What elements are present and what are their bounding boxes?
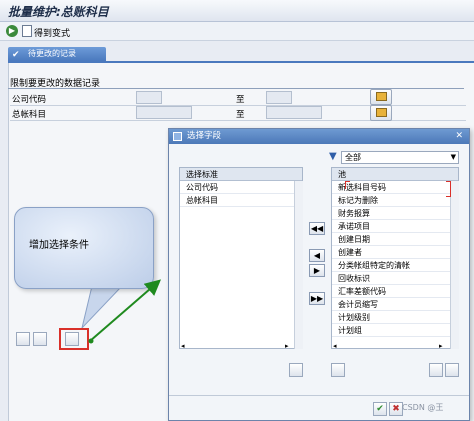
gl-account-label: 总帐科目 [12,110,47,120]
title-bar: 批量维护:总账科目 [0,0,474,22]
list-item[interactable]: 计划组 [332,324,458,337]
group-divider [8,88,464,89]
list-header: 池 [332,168,458,181]
tab-records-to-change[interactable]: ✔ 待更改的记录 [8,47,106,61]
list-item[interactable]: 公司代码 [180,181,302,194]
select-all-icon[interactable] [16,332,30,346]
scroll-right-icon[interactable]: ▸ [285,342,289,350]
list-item[interactable]: 总帐科目 [180,194,302,207]
scroll-left-icon[interactable]: ◂ [181,342,185,350]
move-down-icon[interactable] [445,363,459,377]
scroll-left-icon[interactable]: ◂ [333,342,337,350]
move-left-button[interactable]: ◀ [309,249,325,262]
gl-account-from-input[interactable] [136,106,192,119]
selection-criteria-list[interactable]: 选择标准 公司代码 总帐科目 [179,167,303,349]
list-item[interactable]: 财务报算 [332,207,458,220]
filter-value: 全部 [345,153,361,162]
dialog-icon [173,132,182,141]
checkmark-icon: ✔ [12,50,20,60]
list-header: 选择标准 [180,168,302,181]
find-icon[interactable] [331,363,345,377]
field-pool-list[interactable]: 池 新选科目号码 标记为删除 财务报算 承诺项目 创建日期 创建者 分类帐组特定… [331,167,459,349]
callout-text: 增加选择条件 [29,240,89,251]
list-item[interactable]: 分类帐组特定的清帐 [332,259,458,272]
to-label: 至 [236,110,245,120]
application-toolbar: ▶ 得到变式 [0,22,474,41]
sort-icon[interactable] [289,363,303,377]
list-item[interactable]: 创建者 [332,246,458,259]
watermark: CSDN @王 [402,403,444,412]
highlight-bracket [446,189,451,197]
list-item[interactable]: 承诺项目 [332,220,458,233]
row-divider [10,120,466,121]
get-variant-button[interactable]: 得到变式 [34,26,70,39]
confirm-icon[interactable]: ✔ [373,402,387,416]
cancel-icon[interactable]: ✖ [389,402,403,416]
company-code-to-input[interactable] [266,91,292,104]
highlight-bracket [345,181,350,189]
gl-account-multiple-selection-button[interactable] [370,105,392,121]
highlight-box [59,328,89,350]
right-list-scrollbar[interactable] [450,181,459,349]
select-fields-dialog: 选择字段 ✕ ▼ 全部 ▼ 选择标准 公司代码 总帐科目 ◂ ▸ ◀◀ ◀ ▶ … [168,128,470,421]
highlight-bracket [446,181,451,189]
row-divider [10,105,466,106]
company-code-from-input[interactable] [136,91,162,104]
list-item[interactable]: 汇率差额代码 [332,285,458,298]
to-label: 至 [236,95,245,105]
execute-icon[interactable]: ▶ [6,25,18,37]
left-list-scrollbar[interactable] [294,181,303,349]
arrow-right-icon [376,92,387,101]
list-item[interactable]: 标记为删除 [332,194,458,207]
tab-strip: ✔ 待更改的记录 [8,47,474,61]
dialog-title: 选择字段 [187,131,222,141]
arrow-right-icon [376,108,387,117]
gl-account-to-input[interactable] [266,106,322,119]
filter-dropdown[interactable]: 全部 ▼ [341,151,459,164]
list-item[interactable]: 会计员缩写 [332,298,458,311]
callout-bubble: 增加选择条件 [14,207,154,289]
chevron-down-icon: ▼ [450,153,456,161]
move-up-icon[interactable] [429,363,443,377]
close-icon[interactable]: ✕ [455,129,463,144]
window-title: 批量维护:总账科目 [8,5,109,19]
list-item[interactable]: 回收标识 [332,272,458,285]
scroll-right-icon[interactable]: ▸ [439,342,443,350]
company-code-label: 公司代码 [12,95,47,105]
deselect-all-icon[interactable] [33,332,47,346]
list-item[interactable]: 计划级别 [332,311,458,324]
dialog-title-bar: 选择字段 ✕ [169,129,469,144]
dialog-footer-divider [169,395,469,396]
variant-icon[interactable] [22,25,32,37]
company-code-multiple-selection-button[interactable] [370,89,392,105]
tab-label: 待更改的记录 [28,49,76,58]
move-all-right-button[interactable]: ▶▶ [309,292,325,305]
move-right-button[interactable]: ▶ [309,264,325,277]
move-all-left-button[interactable]: ◀◀ [309,222,325,235]
list-item[interactable]: 新选科目号码 [332,181,458,194]
filter-icon[interactable]: ▼ [329,152,339,162]
list-item[interactable]: 创建日期 [332,233,458,246]
